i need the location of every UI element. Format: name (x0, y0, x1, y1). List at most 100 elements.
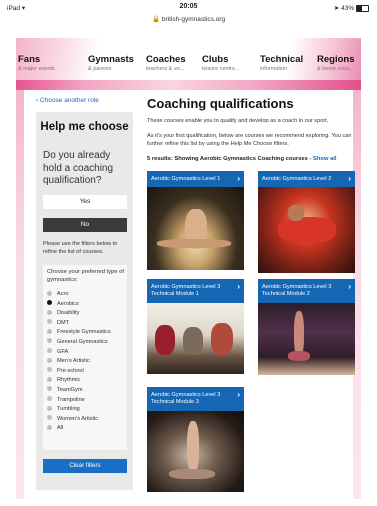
filter-option-label: General Gymnastics (57, 338, 108, 345)
no-button[interactable]: No (43, 218, 127, 232)
nav-item-title: Fans (18, 54, 41, 65)
radio-icon (47, 348, 52, 354)
radio-icon (47, 290, 52, 296)
nav-item-subtitle: information (260, 66, 288, 72)
radio-icon (47, 415, 52, 421)
course-card[interactable]: Aerobic Gymnastics Level 2 › (258, 171, 355, 273)
radio-icon (47, 328, 52, 334)
status-bar: iPad ▾ 20:05 🔒 british-gymnastics.org ➤ … (0, 0, 377, 38)
nav-item-subtitle: & parents (88, 66, 112, 72)
course-card[interactable]: Aerobic Gymnastics Level 3 Technical Mod… (258, 279, 355, 375)
filter-option-acro[interactable]: Acro (47, 290, 127, 300)
panel-title: Help me choose (40, 121, 129, 133)
qualification-question: Do you already hold a coaching qualifica… (43, 150, 114, 186)
radio-selected-icon (47, 300, 52, 306)
course-card-header[interactable]: Aerobic Gymnastics Level 3 Technical Mod… (258, 279, 355, 303)
nav-item-subtitle: teachers & vo... (146, 66, 185, 72)
filter-option-disability[interactable]: Disability (47, 309, 127, 319)
side-decoration (16, 90, 24, 499)
filter-option-general[interactable]: General Gymnastics (47, 338, 127, 348)
filter-option-label: TeamGym (57, 386, 83, 393)
chevron-right-icon: › (237, 282, 240, 291)
filter-option-label: Men's Artistic (57, 358, 90, 365)
radio-icon (47, 386, 52, 392)
course-card-header[interactable]: Aerobic Gymnastics Level 2 › (258, 171, 355, 187)
filter-option-label: Pre-school (57, 367, 84, 374)
results-summary: 5 results: Showing Aerobic Gymnastics Co… (147, 156, 352, 162)
radio-icon (47, 357, 52, 363)
filter-option-womens-artistic[interactable]: Women's Artistic (47, 415, 127, 425)
location-icon: ➤ (333, 5, 340, 12)
nav-item-technical[interactable]: Technical information (260, 54, 303, 72)
radio-icon (47, 309, 52, 315)
filter-note: Please use the filters below to refine t… (43, 241, 118, 255)
intro-text: These courses enable you to qualify and … (147, 118, 329, 124)
address-bar[interactable]: 🔒 british-gymnastics.org (0, 15, 377, 23)
battery-status: ➤ 43% (334, 4, 369, 12)
page-title: Coaching qualifications (147, 96, 294, 111)
show-all-link[interactable]: Show all (313, 156, 337, 162)
filter-option-freestyle[interactable]: Freestyle Gymnastics (47, 328, 127, 338)
radio-icon (47, 367, 52, 373)
filter-option-label: Acro (57, 291, 69, 297)
nav-item-title: Gymnasts (88, 54, 134, 65)
chevron-right-icon: › (348, 282, 351, 291)
clear-filters-button[interactable]: Clear filters (43, 459, 127, 473)
filter-option-label: DMT (57, 319, 70, 326)
battery-percent: 43% (341, 5, 355, 12)
intro-text-secondary: As it's your first qualification, below … (147, 133, 352, 147)
filter-option-pre-school[interactable]: Pre-school (47, 367, 127, 377)
course-card[interactable]: Aerobic Gymnastics Level 3 Technical Mod… (147, 387, 244, 492)
course-card-header[interactable]: Aerobic Gymnastics Level 1 › (147, 171, 244, 187)
course-image (147, 411, 244, 492)
back-link-label: Choose another role (39, 97, 99, 104)
nav-item-subtitle: & home coun... (317, 66, 354, 72)
nav-item-regions[interactable]: Regions & home coun... (317, 54, 354, 72)
yes-button[interactable]: Yes (43, 195, 127, 209)
radio-icon (47, 338, 52, 344)
filter-option-label: Women's Artistic (57, 415, 99, 422)
status-time: 20:05 (179, 3, 198, 10)
nav-item-gymnasts[interactable]: Gymnasts & parents (88, 54, 134, 72)
choose-another-role-link[interactable]: ‹ Choose another role (36, 97, 99, 104)
course-title: Aerobic Gymnastics Level 1 (151, 176, 221, 182)
course-image (147, 187, 244, 270)
radio-icon (47, 405, 52, 411)
course-card[interactable]: Aerobic Gymnastics Level 1 › (147, 171, 244, 270)
filter-title: Choose your preferred type of gymnastics… (47, 269, 125, 283)
course-card-header[interactable]: Aerobic Gymnastics Level 3 Technical Mod… (147, 279, 244, 303)
nav-item-title: Clubs (202, 54, 229, 65)
filter-option-aerobics[interactable]: Aerobics (47, 300, 127, 310)
nav-item-subtitle: & major events (18, 66, 55, 72)
nav-item-coaches[interactable]: Coaches teachers & vo... (146, 54, 186, 72)
filter-option-teamgym[interactable]: TeamGym (47, 386, 127, 396)
radio-icon (47, 396, 52, 402)
course-title: Aerobic Gymnastics Level 3 Technical Mod… (262, 284, 332, 297)
radio-icon (47, 376, 52, 382)
lock-icon: 🔒 (151, 16, 161, 23)
course-card-header[interactable]: Aerobic Gymnastics Level 3 Technical Mod… (147, 387, 244, 411)
chevron-right-icon: › (237, 390, 240, 399)
filter-option-rhythmic[interactable]: Rhythmic (47, 376, 127, 386)
course-image (258, 303, 355, 375)
course-title: Aerobic Gymnastics Level 3 Technical Mod… (151, 284, 221, 297)
nav-item-title: Coaches (146, 54, 186, 65)
nav-item-clubs[interactable]: Clubs leisure centre... (202, 54, 240, 72)
filter-option-label: All (57, 425, 64, 432)
chevron-left-icon: ‹ (36, 97, 39, 104)
filter-option-trampoline[interactable]: Trampoline (47, 396, 127, 406)
filter-option-gfa[interactable]: GFA (47, 348, 127, 358)
nav-item-fans[interactable]: Fans & major events (18, 54, 55, 72)
results-text: 5 results: Showing Aerobic Gymnastics Co… (147, 156, 314, 162)
filter-option-label: Aerobics (57, 300, 79, 307)
filter-option-label: GFA (57, 348, 69, 355)
course-card[interactable]: Aerobic Gymnastics Level 3 Technical Mod… (147, 279, 244, 374)
nav-item-title: Regions (317, 54, 355, 65)
filter-option-label: Trampoline (57, 396, 85, 403)
filter-option-label: Rhythmic (57, 377, 81, 384)
filter-option-tumbling[interactable]: Tumbling (47, 405, 127, 415)
battery-icon (356, 4, 369, 12)
filter-option-all[interactable]: All (47, 424, 127, 434)
filter-option-dmt[interactable]: DMT (47, 319, 127, 329)
filter-option-mens-artistic[interactable]: Men's Artistic (47, 357, 127, 367)
